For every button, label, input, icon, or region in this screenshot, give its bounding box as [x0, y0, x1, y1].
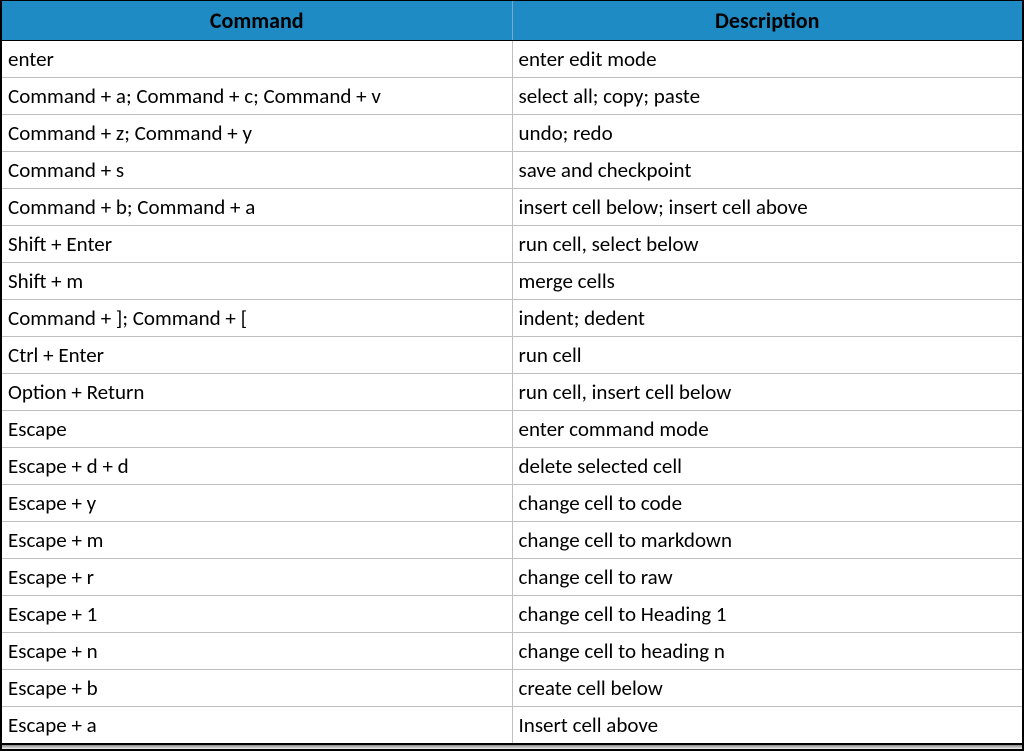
cell-description: Insert cell above: [512, 707, 1022, 745]
table-row: Escape + ychange cell to code: [2, 485, 1022, 522]
cell-command: Escape + 1: [2, 596, 512, 633]
header-row: Command Description: [2, 1, 1022, 41]
table-row: Escape + nchange cell to heading n: [2, 633, 1022, 670]
cell-command: Escape + a: [2, 707, 512, 745]
cell-description: select all; copy; paste: [512, 78, 1022, 115]
cell-command: Command + z; Command + y: [2, 115, 512, 152]
cell-command: Escape: [2, 411, 512, 448]
table-row: Shift + Enterrun cell, select below: [2, 226, 1022, 263]
table-row: enterenter edit mode: [2, 41, 1022, 78]
table-row: Command + b; Command + ainsert cell belo…: [2, 189, 1022, 226]
table-row: Escape + aInsert cell above: [2, 707, 1022, 745]
table-row: Command + a; Command + c; Command + vsel…: [2, 78, 1022, 115]
cell-command: Option + Return: [2, 374, 512, 411]
cell-description: change cell to Heading 1: [512, 596, 1022, 633]
cell-command: Command + b; Command + a: [2, 189, 512, 226]
table-row: Escape + mchange cell to markdown: [2, 522, 1022, 559]
cell-description: undo; redo: [512, 115, 1022, 152]
cell-description: change cell to code: [512, 485, 1022, 522]
cell-description: run cell, insert cell below: [512, 374, 1022, 411]
cell-description: delete selected cell: [512, 448, 1022, 485]
table-row: Command + ]; Command + [indent; dedent: [2, 300, 1022, 337]
cell-command: Command + a; Command + c; Command + v: [2, 78, 512, 115]
table-row: Command + ssave and checkpoint: [2, 152, 1022, 189]
cell-command: Shift + m: [2, 263, 512, 300]
cell-description: merge cells: [512, 263, 1022, 300]
cell-command: Command + ]; Command + [: [2, 300, 512, 337]
table-bottom-border: [2, 745, 1022, 749]
cell-description: indent; dedent: [512, 300, 1022, 337]
cell-command: Escape + n: [2, 633, 512, 670]
shortcuts-table: Command Description enterenter edit mode…: [2, 1, 1022, 745]
cell-command: enter: [2, 41, 512, 78]
table-row: Escape + bcreate cell below: [2, 670, 1022, 707]
cell-command: Ctrl + Enter: [2, 337, 512, 374]
table-row: Command + z; Command + yundo; redo: [2, 115, 1022, 152]
cell-command: Command + s: [2, 152, 512, 189]
cell-command: Escape + y: [2, 485, 512, 522]
cell-command: Shift + Enter: [2, 226, 512, 263]
table-row: Escape + 1change cell to Heading 1: [2, 596, 1022, 633]
cell-description: enter command mode: [512, 411, 1022, 448]
table-row: Shift + mmerge cells: [2, 263, 1022, 300]
header-command: Command: [2, 1, 512, 41]
cell-description: run cell: [512, 337, 1022, 374]
table-row: Escape + rchange cell to raw: [2, 559, 1022, 596]
table-row: Escape + d + ddelete selected cell: [2, 448, 1022, 485]
cell-description: run cell, select below: [512, 226, 1022, 263]
cell-command: Escape + m: [2, 522, 512, 559]
cell-description: create cell below: [512, 670, 1022, 707]
cell-description: change cell to markdown: [512, 522, 1022, 559]
cell-description: save and checkpoint: [512, 152, 1022, 189]
header-description: Description: [512, 1, 1022, 41]
table-row: Option + Returnrun cell, insert cell bel…: [2, 374, 1022, 411]
cell-command: Escape + r: [2, 559, 512, 596]
cell-description: enter edit mode: [512, 41, 1022, 78]
table-row: Ctrl + Enterrun cell: [2, 337, 1022, 374]
cell-description: insert cell below; insert cell above: [512, 189, 1022, 226]
cell-description: change cell to raw: [512, 559, 1022, 596]
shortcuts-table-container: Command Description enterenter edit mode…: [0, 0, 1024, 751]
cell-description: change cell to heading n: [512, 633, 1022, 670]
table-body: enterenter edit modeCommand + a; Command…: [2, 41, 1022, 745]
table-row: Escapeenter command mode: [2, 411, 1022, 448]
cell-command: Escape + b: [2, 670, 512, 707]
cell-command: Escape + d + d: [2, 448, 512, 485]
